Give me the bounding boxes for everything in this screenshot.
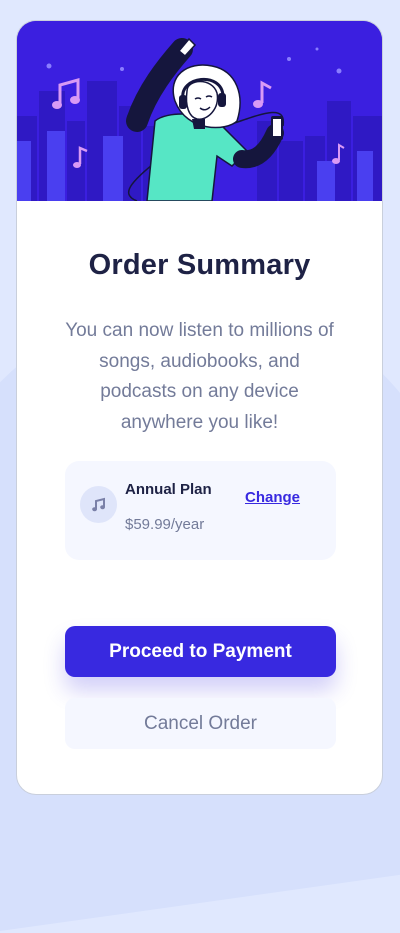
music-note-glyph (91, 497, 105, 511)
cancel-order-button[interactable]: Cancel Order (65, 698, 336, 749)
hero-illustration (17, 21, 382, 201)
change-plan-link[interactable]: Change (245, 489, 300, 506)
hero-illustration-svg (17, 21, 382, 201)
order-summary-card: Order Summary You can now listen to mill… (16, 20, 383, 795)
order-description: You can now listen to millions of songs,… (65, 320, 334, 433)
music-note-icon (80, 486, 117, 523)
plan-summary: Annual Plan $59.99/year Change (65, 461, 336, 560)
proceed-to-payment-button[interactable]: Proceed to Payment (65, 626, 336, 677)
page-title: Order Summary (88, 249, 311, 281)
plan-price: $59.99/year (125, 516, 205, 533)
plan-name: Annual Plan (125, 481, 212, 498)
